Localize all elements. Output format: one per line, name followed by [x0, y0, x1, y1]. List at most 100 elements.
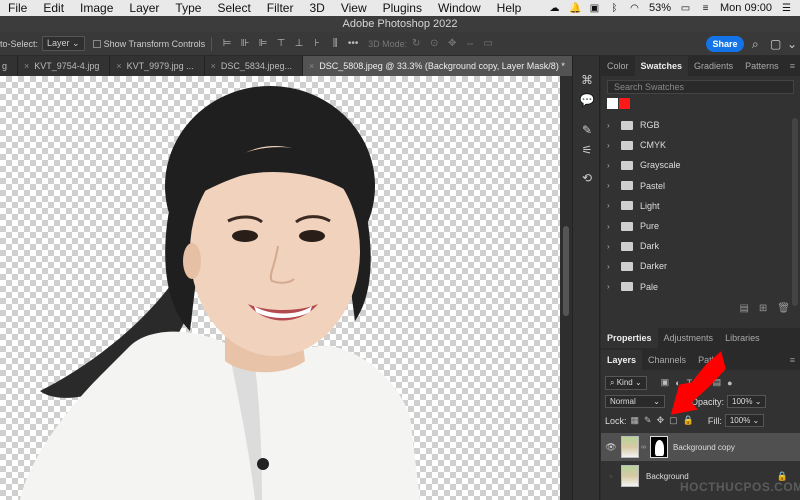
menu-select[interactable]: Select — [209, 1, 258, 15]
adjust-icon[interactable]: ⚟ — [579, 142, 595, 158]
close-icon[interactable]: × — [24, 61, 29, 71]
chevron-right-icon[interactable]: › — [607, 222, 617, 231]
search-swatches-input[interactable]: Search Swatches — [607, 80, 794, 94]
bluetooth-icon[interactable]: ᛒ — [609, 3, 620, 14]
blend-mode-dropdown[interactable]: Normal ⌄ — [605, 395, 665, 408]
close-icon[interactable]: × — [116, 61, 121, 71]
creative-cloud-icon[interactable]: ☁ — [549, 3, 560, 14]
history-icon[interactable]: ⌘ — [579, 72, 595, 88]
slide-icon[interactable]: ⇔ — [463, 38, 477, 49]
close-icon[interactable]: × — [309, 61, 314, 71]
workspace-icon[interactable]: ▢ — [770, 37, 781, 51]
align-bottom-icon[interactable]: ⊦ — [310, 38, 324, 49]
swatch-folder[interactable]: › Pure — [601, 216, 800, 236]
swatch-folder[interactable]: › Light — [601, 196, 800, 216]
vpn-icon[interactable]: ▣ — [589, 3, 600, 14]
panel-menu-icon[interactable]: ≡ — [790, 350, 800, 370]
align-right-icon[interactable]: ⊫ — [256, 38, 270, 49]
trash-icon[interactable]: 🗑 — [777, 303, 790, 314]
tab-gradients[interactable]: Gradients — [688, 56, 739, 76]
menu-view[interactable]: View — [333, 1, 375, 15]
visibility-toggle[interactable]: ▫ — [601, 471, 621, 481]
tab-layers[interactable]: Layers — [601, 350, 643, 370]
tab-patterns[interactable]: Patterns — [739, 56, 785, 76]
battery-icon[interactable]: ▭ — [680, 3, 691, 14]
menu-layer[interactable]: Layer — [121, 1, 167, 15]
doc-tab[interactable]: × KVT_9754-4.jpg — [18, 56, 111, 76]
search-icon[interactable]: ⌕ — [752, 37, 759, 52]
swatch-folder[interactable]: › Pastel — [601, 176, 800, 196]
chevron-right-icon[interactable]: › — [607, 262, 617, 271]
chevron-right-icon[interactable]: › — [607, 201, 617, 210]
auto-select-dropdown[interactable]: Layer ⌄ — [42, 36, 85, 51]
brush-icon[interactable]: ✎ — [579, 122, 595, 138]
chevron-right-icon[interactable]: › — [607, 282, 617, 291]
chevron-right-icon[interactable]: › — [607, 141, 617, 150]
distribute-icon[interactable]: ⫼ — [328, 38, 342, 49]
eye-icon[interactable]: 👁 — [601, 442, 621, 453]
doc-tab-active[interactable]: × DSC_5808.jpeg @ 33.3% (Background copy,… — [302, 56, 576, 76]
swatch-folder[interactable]: › Dark — [601, 236, 800, 256]
tab-color[interactable]: Color — [601, 56, 635, 76]
glyph-icon[interactable]: ⟲ — [579, 170, 595, 186]
canvas-scrollbar[interactable] — [560, 76, 572, 500]
show-transform-checkbox[interactable] — [92, 39, 101, 48]
pan-icon[interactable]: ✥ — [445, 38, 459, 49]
new-group-icon[interactable]: ▤ — [739, 303, 748, 314]
help-panel-icon[interactable]: ⌄ — [787, 37, 797, 51]
chevron-right-icon[interactable]: › — [607, 242, 617, 251]
swatches-scrollbar[interactable] — [792, 118, 798, 306]
bell-icon[interactable]: 🔔 — [569, 3, 581, 14]
align-center-icon[interactable]: ⊪ — [238, 38, 252, 49]
doc-tab[interactable]: × DSC_5834.jpeg... — [204, 56, 303, 76]
panel-menu-icon[interactable]: ≡ — [790, 56, 800, 76]
comments-icon[interactable]: 💬 — [579, 92, 595, 108]
menu-type[interactable]: Type — [167, 1, 209, 15]
menu-help[interactable]: Help — [489, 1, 530, 15]
chain-icon[interactable]: ∞ — [641, 444, 646, 451]
tab-swatches[interactable]: Swatches — [634, 56, 689, 76]
chevron-right-icon[interactable]: › — [607, 161, 617, 170]
layer-thumbnail[interactable] — [621, 465, 639, 487]
filter-kind-dropdown[interactable]: ⌕ Kind ⌄ — [605, 375, 647, 390]
orbit-icon[interactable]: ↻ — [409, 38, 423, 49]
swatch-folder[interactable]: › RGB — [601, 115, 800, 135]
scrollbar-thumb[interactable] — [563, 226, 569, 316]
menu-plugins[interactable]: Plugins — [375, 1, 430, 15]
menu-image[interactable]: Image — [72, 1, 121, 15]
chevron-right-icon[interactable]: › — [607, 121, 617, 130]
swatch-folder[interactable]: › Darker — [601, 256, 800, 276]
more-options-icon[interactable]: ••• — [346, 38, 360, 49]
align-middle-icon[interactable]: ⊥ — [292, 38, 306, 49]
layer-thumbnail[interactable] — [621, 436, 639, 458]
swatch-red[interactable] — [619, 98, 630, 109]
share-button[interactable]: Share — [706, 36, 744, 52]
menu-window[interactable]: Window — [430, 1, 489, 15]
lock-transparency-icon[interactable]: ▦ — [631, 415, 640, 426]
close-icon[interactable]: × — [211, 61, 216, 71]
scale-icon[interactable]: ▭ — [481, 38, 495, 49]
swatch-folder[interactable]: › CMYK — [601, 135, 800, 155]
document-canvas[interactable] — [0, 76, 560, 500]
swatch-folder[interactable]: › Pale — [601, 277, 800, 297]
menu-3d[interactable]: 3D — [301, 1, 332, 15]
doc-tab[interactable]: g — [0, 56, 19, 76]
menu-filter[interactable]: Filter — [259, 1, 302, 15]
menu-edit[interactable]: Edit — [35, 1, 72, 15]
control-center-icon[interactable]: ≡ — [700, 3, 711, 14]
doc-tab[interactable]: × KVT_9979.jpg ... — [110, 56, 205, 76]
new-swatch-icon[interactable]: ⊞ — [759, 303, 767, 314]
align-left-icon[interactable]: ⊨ — [220, 38, 234, 49]
align-top-icon[interactable]: ⊤ — [274, 38, 288, 49]
lock-pixels-icon[interactable]: ✎ — [644, 415, 652, 426]
swatches-footer: ▤ ⊞ 🗑 — [601, 297, 800, 320]
wifi-icon[interactable]: ◠ — [629, 3, 640, 14]
clock[interactable]: Mon 09:00 — [720, 2, 772, 14]
swatch-folder[interactable]: › Grayscale — [601, 155, 800, 175]
chevron-right-icon[interactable]: › — [607, 181, 617, 190]
menu-file[interactable]: File — [0, 1, 35, 15]
roll-icon[interactable]: ⊙ — [427, 38, 441, 49]
menu-list-icon[interactable]: ☰ — [781, 3, 792, 14]
swatch-white[interactable] — [607, 98, 618, 109]
tab-properties[interactable]: Properties — [601, 328, 658, 348]
